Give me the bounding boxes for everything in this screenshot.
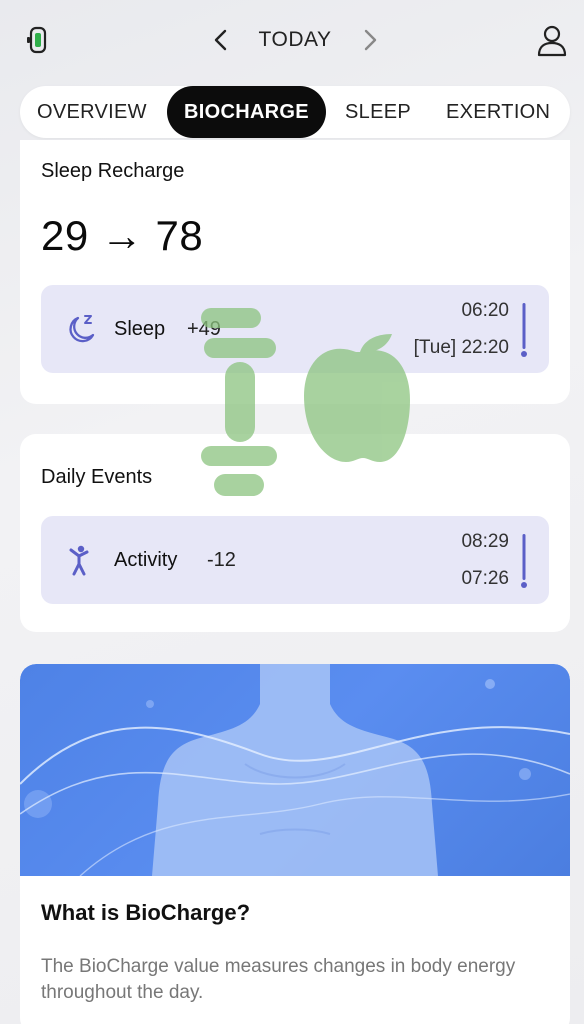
body-illustration <box>20 664 570 876</box>
activity-person-icon <box>69 545 89 576</box>
activity-end-time: 08:29 <box>461 531 509 552</box>
sleep-recharge-card: Sleep Recharge 29 → 78 Sleep +49 06:20 [… <box>20 140 570 404</box>
sleep-start-time: [Tue] 22:20 <box>413 337 509 358</box>
biocharge-info-card[interactable]: What is BioCharge? The BioCharge value m… <box>20 664 570 1024</box>
info-card-title: What is BioCharge? <box>41 900 251 925</box>
sleep-end-time: 06:20 <box>461 300 509 321</box>
daily-events-card: Daily Events Activity -12 08:29 07:26 <box>20 434 570 632</box>
tab-sleep[interactable]: SLEEP <box>345 86 411 138</box>
profile-icon[interactable] <box>534 22 570 58</box>
sleep-event-label: Sleep <box>114 318 166 340</box>
activity-event-delta: -12 <box>207 549 236 571</box>
sleep-recharge-title: Sleep Recharge <box>41 160 185 182</box>
tab-overview[interactable]: OVERVIEW <box>37 86 147 138</box>
activity-event-label: Activity <box>114 549 178 571</box>
time-range-indicator <box>521 303 527 357</box>
tab-biocharge[interactable]: BIOCHARGE <box>167 86 326 138</box>
tab-bar: OVERVIEW BIOCHARGE SLEEP EXERTION <box>20 86 570 138</box>
moon-sleep-icon <box>69 315 95 343</box>
info-card-description: The BioCharge value measures changes in … <box>41 956 516 1003</box>
daily-events-title: Daily Events <box>41 466 153 488</box>
date-label: TODAY <box>258 28 332 51</box>
recharge-value: 29 → 78 <box>41 212 204 259</box>
activity-start-time: 07:26 <box>461 568 509 589</box>
sleep-event-delta: +49 <box>187 318 221 340</box>
sleep-event-row[interactable]: Sleep +49 06:20 [Tue] 22:20 <box>41 285 549 373</box>
activity-event-row[interactable]: Activity -12 08:29 07:26 <box>41 516 549 604</box>
chevron-right-icon[interactable] <box>356 26 384 54</box>
chevron-left-icon[interactable] <box>207 26 235 54</box>
tab-exertion[interactable]: EXERTION <box>446 86 550 138</box>
top-bar: TODAY <box>0 0 584 80</box>
time-range-indicator <box>521 534 527 588</box>
band-device-icon[interactable] <box>26 26 50 54</box>
